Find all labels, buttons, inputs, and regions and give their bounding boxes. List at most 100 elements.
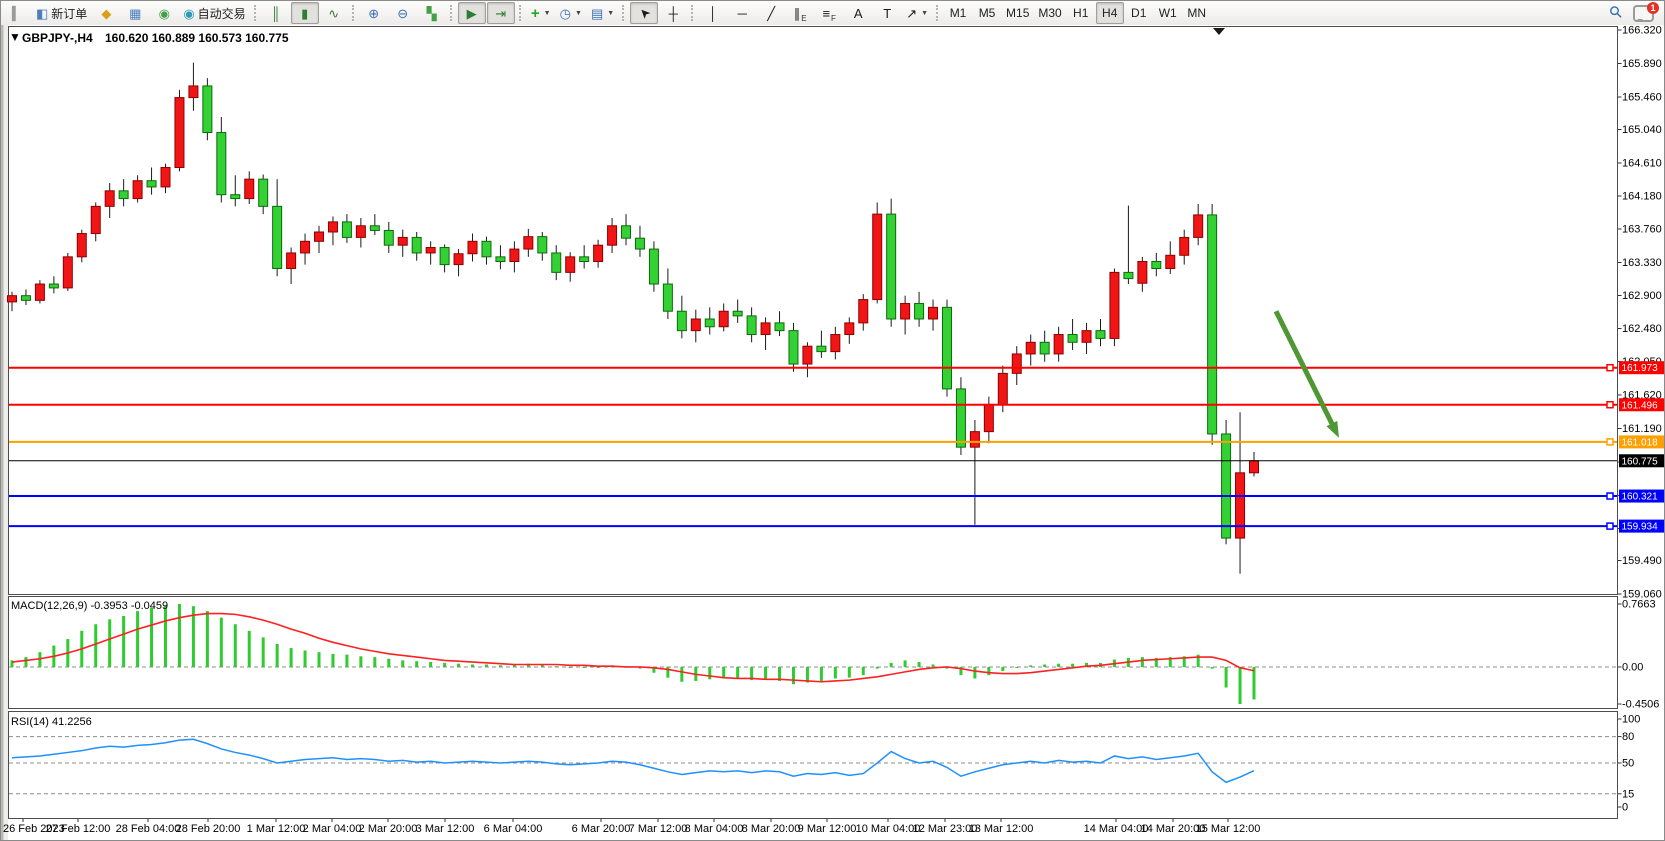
templates-button[interactable]: ▤▼ xyxy=(587,2,618,24)
search-icon[interactable]: ⚲ xyxy=(1607,3,1627,23)
chevron-down-icon[interactable]: ▼ xyxy=(921,10,928,17)
zoom-in-icon[interactable]: ⊕ xyxy=(360,2,388,24)
tf-m15-label: M15 xyxy=(1006,6,1029,20)
hline-handle[interactable] xyxy=(1607,493,1613,499)
chart-dropdown-icon[interactable]: ▼ xyxy=(9,30,21,44)
rsi-axis-label: 15 xyxy=(1622,788,1634,800)
data-window-icon[interactable]: ▦ xyxy=(121,2,149,24)
macd-histogram-bar xyxy=(1071,664,1074,667)
chart-title-ohlc: 160.620 160.889 160.573 160.775 xyxy=(105,31,289,45)
tf-m15[interactable]: M15 xyxy=(1002,2,1033,24)
hline-handle[interactable] xyxy=(1607,365,1613,371)
chart-shift-icon[interactable]: ⇥ xyxy=(487,2,515,24)
time-axis-label: 9 Mar 12:00 xyxy=(798,823,857,835)
zoom-out-icon: ⊖ xyxy=(397,7,408,20)
chart-title-symbol: GBPJPY-,H4 xyxy=(22,31,93,45)
chevron-down-icon[interactable]: ▼ xyxy=(544,10,551,17)
time-axis-label: 2 Mar 20:00 xyxy=(359,823,418,835)
macd-histogram-bar xyxy=(276,644,279,667)
chart-shift-icon: ⇥ xyxy=(495,7,506,20)
macd-histogram-bar xyxy=(206,611,209,667)
indicators-button: + xyxy=(531,6,540,21)
macd-histogram-bar xyxy=(1057,664,1060,667)
indicators-button[interactable]: +▼ xyxy=(527,2,555,24)
time-axis-label: 8 Mar 04:00 xyxy=(685,823,744,835)
toolbar-group: ▍◧新订单◆▦◉◉自动交易 xyxy=(3,2,250,24)
navigator-icon[interactable]: ◉ xyxy=(150,2,178,24)
tf-h4[interactable]: H4 xyxy=(1096,2,1124,24)
tf-h1[interactable]: H1 xyxy=(1067,2,1095,24)
tf-m30[interactable]: M30 xyxy=(1034,2,1065,24)
zoom-out-icon[interactable]: ⊖ xyxy=(389,2,417,24)
equidistant-channel-icon[interactable]: ∥E xyxy=(786,2,814,24)
horizontal-line-icon[interactable]: ─ xyxy=(728,2,756,24)
tf-mn[interactable]: MN xyxy=(1183,2,1211,24)
macd-histogram-bar xyxy=(108,619,111,667)
hline-handle[interactable] xyxy=(1607,402,1613,408)
macd-histogram-bar xyxy=(1015,667,1018,668)
auto-scroll-icon[interactable]: ▶ xyxy=(458,2,486,24)
periods-button: ◷ xyxy=(560,7,571,20)
tf-d1[interactable]: D1 xyxy=(1125,2,1153,24)
macd-histogram-bar xyxy=(722,667,725,678)
market-watch-icon[interactable]: ◆ xyxy=(92,2,120,24)
macd-histogram-bar xyxy=(24,657,27,667)
tf-h1-label: H1 xyxy=(1073,6,1088,20)
price-axis-label: 162.900 xyxy=(1622,290,1662,302)
hline-price-tag-label: 160.321 xyxy=(1622,492,1659,503)
new-order-button[interactable]: ◧新订单 xyxy=(32,2,91,24)
rsi-axis-label: 0 xyxy=(1622,802,1628,814)
macd-histogram-bar xyxy=(820,667,823,681)
macd-histogram-bar xyxy=(429,662,432,667)
toolbar-separator xyxy=(519,5,523,21)
vertical-line-icon: │ xyxy=(709,7,717,20)
horizontal-line-icon: ─ xyxy=(738,7,747,20)
toolbar-group: ➤┼ xyxy=(630,2,687,24)
macd-histogram-bar xyxy=(708,667,711,679)
trendline-icon[interactable]: ╱ xyxy=(757,2,785,24)
chevron-down-icon[interactable]: ▼ xyxy=(607,10,614,17)
hline-handle[interactable] xyxy=(1607,523,1613,529)
macd-histogram-bar xyxy=(499,665,502,667)
autotrading-button[interactable]: ◉自动交易 xyxy=(179,2,249,24)
price-axis-label: 161.190 xyxy=(1622,423,1662,435)
chart-canvas[interactable]: 166.320165.890165.460165.040164.610164.1… xyxy=(1,25,1665,841)
time-axis-label: 2 Mar 04:00 xyxy=(303,823,362,835)
crosshair-icon[interactable]: ┼ xyxy=(659,2,687,24)
chart-window[interactable]: 166.320165.890165.460165.040164.610164.1… xyxy=(1,25,1665,841)
hline-handle[interactable] xyxy=(1607,439,1613,445)
macd-histogram-bar xyxy=(764,667,767,679)
rsi-axis-label: 50 xyxy=(1622,758,1634,770)
clipped-icon[interactable]: ▍ xyxy=(3,2,31,24)
arrows-icon[interactable]: ↗▼ xyxy=(902,2,932,24)
tf-m5[interactable]: M5 xyxy=(973,2,1001,24)
text-icon[interactable]: A xyxy=(844,2,872,24)
arrows-icon: ↗ xyxy=(906,7,917,20)
tf-m1[interactable]: M1 xyxy=(944,2,972,24)
line-chart-icon[interactable]: ∿ xyxy=(320,2,348,24)
crosshair-icon: ┼ xyxy=(669,7,678,20)
macd-histogram-bar xyxy=(1043,665,1046,667)
chevron-down-icon[interactable]: ▼ xyxy=(575,10,582,17)
text-label-icon[interactable]: T xyxy=(873,2,901,24)
fibonacci-icon[interactable]: ≡F xyxy=(815,2,843,24)
bar-chart-icon[interactable]: ║ xyxy=(262,2,290,24)
macd-histogram-bar xyxy=(485,665,488,667)
macd-histogram-bar xyxy=(987,667,990,675)
equidistant-channel-icon: ∥ xyxy=(794,7,801,20)
macd-histogram-bar xyxy=(457,664,460,667)
new-order-button-label: 新订单 xyxy=(51,5,87,22)
toolbar-group: │─╱∥E≡FAT↗▼ xyxy=(699,2,932,24)
time-axis-label: 15 Mar 12:00 xyxy=(1196,823,1261,835)
time-axis-label: 6 Mar 20:00 xyxy=(572,823,631,835)
periods-button[interactable]: ◷▼ xyxy=(556,2,586,24)
macd-histogram-bar xyxy=(220,618,223,667)
vertical-line-icon[interactable]: │ xyxy=(699,2,727,24)
cursor-icon[interactable]: ➤ xyxy=(630,2,658,24)
hline-price-tag-label: 159.934 xyxy=(1622,522,1659,533)
notifications-icon[interactable]: 1 xyxy=(1633,5,1654,22)
fibonacci-icon-sub: F xyxy=(831,14,836,23)
candlestick-chart-icon[interactable]: ▮ xyxy=(291,2,319,24)
tf-w1[interactable]: W1 xyxy=(1154,2,1182,24)
tile-windows-icon[interactable]: ▚ xyxy=(418,2,446,24)
